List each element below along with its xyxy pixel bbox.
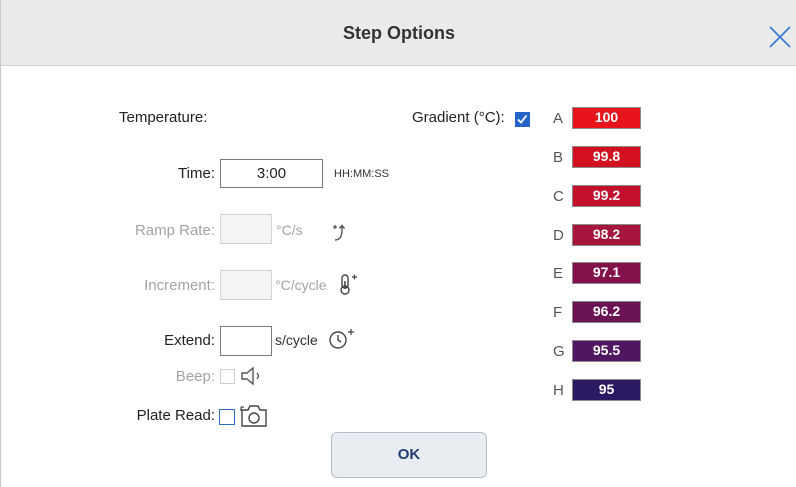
increment-label: Increment: [144,277,215,294]
plate-read-checkbox[interactable] [219,409,235,425]
extend-input[interactable] [220,326,272,356]
well-row-label: B [553,149,564,166]
well-row-label: A [553,110,564,127]
well-value-b[interactable]: 99.8 [572,146,641,168]
thermometer-icon [340,274,357,295]
well-row-label: F [553,304,563,321]
speaker-icon [241,366,260,386]
well-row-label: G [553,343,565,360]
ramp-rate-icon [333,224,346,241]
well-value-d[interactable]: 98.2 [572,224,641,246]
well-value-a[interactable]: 100 [572,107,641,129]
time-label: Time: [178,165,215,182]
increment-input [220,270,272,300]
well-value-g[interactable]: 95.5 [572,340,641,362]
ramp-rate-label: Ramp Rate: [134,222,215,239]
extend-unit: s/cycle [275,332,318,348]
well-value-c[interactable]: 99.2 [572,185,641,207]
extend-label: Extend: [164,332,215,349]
well-row-label: E [553,265,564,282]
step-options-dialog: Step Options Temperature: Gradient (°C):… [0,0,796,487]
time-unit: HH:MM:SS [334,168,389,180]
well-row-label: C [553,188,564,205]
ok-button[interactable]: OK [331,432,487,478]
well-row-label: H [553,382,564,399]
clock-icon [329,329,354,349]
ramp-rate-unit: °C/s [276,222,303,238]
beep-checkbox [220,369,235,384]
well-value-f[interactable]: 96.2 [572,301,641,323]
ramp-rate-input [220,214,272,244]
time-input[interactable]: 3:00 [220,159,323,188]
camera-icon [240,405,267,427]
title-bar: Step Options [1,0,796,66]
plate-read-label: Plate Read: [136,407,215,424]
gradient-label: Gradient (°C): [412,109,505,126]
close-icon[interactable] [767,24,793,50]
well-row-label: D [553,227,564,244]
increment-unit: °C/cycle [275,277,327,293]
dialog-title: Step Options [343,23,455,43]
gradient-checkbox[interactable] [515,112,530,127]
checkmark-icon [517,114,528,124]
well-value-e[interactable]: 97.1 [572,262,641,284]
well-value-h[interactable]: 95 [572,379,641,401]
temperature-label: Temperature: [119,109,208,126]
beep-label: Beep: [175,368,215,385]
